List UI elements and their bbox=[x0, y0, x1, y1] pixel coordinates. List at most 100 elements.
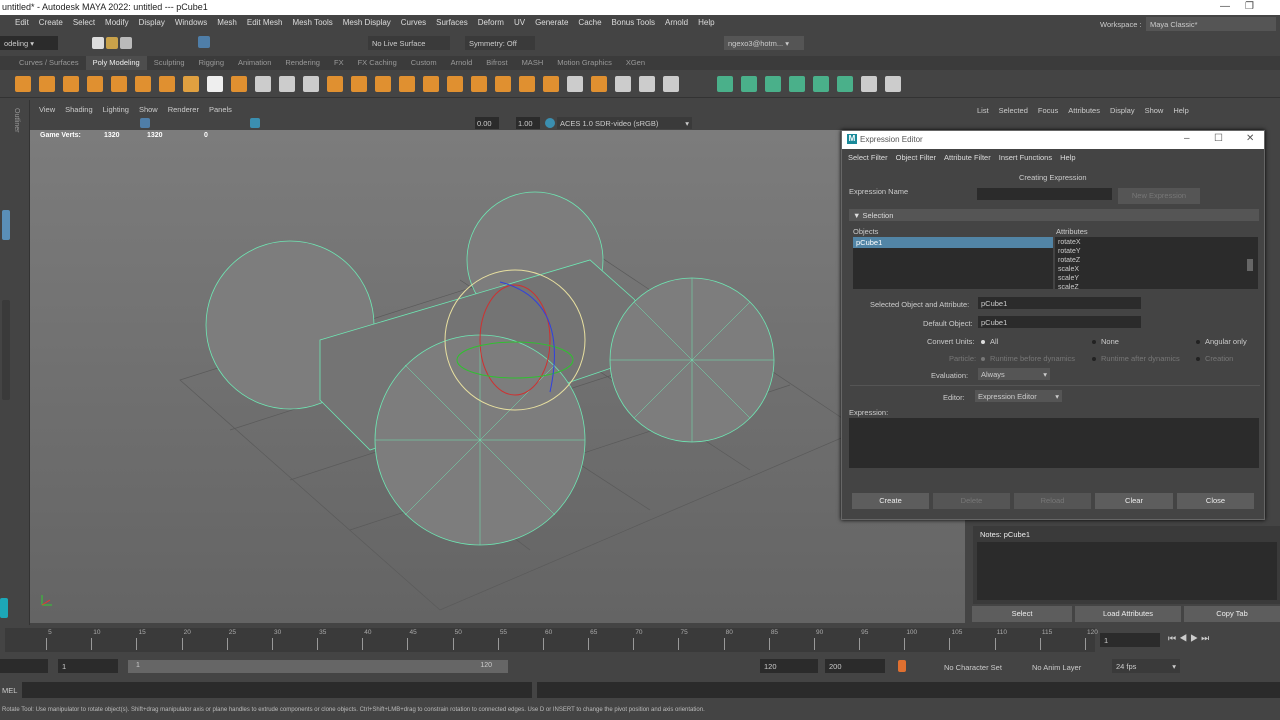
playback-controls[interactable]: ⏮◀▶⏭ bbox=[1168, 633, 1212, 644]
shelf-tab-0[interactable]: Curves / Surfaces bbox=[12, 56, 86, 70]
shelf-tool-icon[interactable] bbox=[351, 76, 367, 92]
shelf-tool-icon[interactable] bbox=[327, 76, 343, 92]
convert-none-radio[interactable]: None bbox=[1092, 337, 1119, 346]
attribute-item[interactable]: scaleX bbox=[1058, 265, 1255, 274]
viewport-menu-item-1[interactable]: Shading bbox=[60, 103, 98, 117]
shelf-tool-icon[interactable] bbox=[303, 76, 319, 92]
viewport-menu-item-0[interactable]: View bbox=[34, 103, 60, 117]
particle-after-radio[interactable]: Runtime after dynamics bbox=[1092, 354, 1180, 363]
evaluation-dropdown[interactable]: Always ▾ bbox=[978, 368, 1050, 380]
exposure-field[interactable]: 0.00 bbox=[475, 117, 499, 129]
notes-area[interactable]: Notes: pCube1 bbox=[973, 526, 1280, 604]
menu-item-13[interactable]: UV bbox=[509, 15, 530, 31]
shelf-tab-9[interactable]: Arnold bbox=[444, 56, 480, 70]
grid-toggle-icon[interactable] bbox=[140, 118, 150, 128]
convert-angular-radio[interactable]: Angular only bbox=[1196, 337, 1247, 346]
live-surface-field[interactable]: No Live Surface bbox=[368, 36, 450, 50]
shelf-tab-12[interactable]: Motion Graphics bbox=[550, 56, 619, 70]
lasso-select-icon[interactable] bbox=[198, 36, 210, 48]
shelf-tool-icon[interactable] bbox=[885, 76, 901, 92]
anim-layer-dropdown[interactable]: No Anim Layer bbox=[1032, 663, 1081, 672]
shelf-tab-2[interactable]: Sculpting bbox=[147, 56, 192, 70]
shelf-tool-icon[interactable] bbox=[813, 76, 829, 92]
clear-button[interactable]: Clear bbox=[1095, 493, 1173, 509]
save-scene-icon[interactable] bbox=[120, 37, 132, 49]
gamma-field[interactable]: 1.00 bbox=[516, 117, 540, 129]
minimize-button[interactable]: — bbox=[1220, 1, 1230, 12]
viewport-menu-item-4[interactable]: Renderer bbox=[163, 103, 204, 117]
dialog-menu-item-4[interactable]: Help bbox=[1056, 153, 1079, 162]
shelf-tool-icon[interactable] bbox=[111, 76, 127, 92]
new-scene-icon[interactable] bbox=[92, 37, 104, 49]
menu-item-5[interactable]: Windows bbox=[170, 15, 212, 31]
shelf-tool-icon[interactable] bbox=[279, 76, 295, 92]
shelf-tool-icon[interactable] bbox=[837, 76, 853, 92]
viewport-menu-item-5[interactable]: Panels bbox=[204, 103, 237, 117]
menu-item-0[interactable]: Edit bbox=[10, 15, 34, 31]
select-tool-icon[interactable] bbox=[2, 210, 10, 240]
shelf-tab-10[interactable]: Bifrost bbox=[479, 56, 514, 70]
workspace-dropdown[interactable]: Maya Classic* bbox=[1146, 17, 1276, 31]
menu-item-17[interactable]: Arnold bbox=[660, 15, 693, 31]
shelf-tool-icon[interactable] bbox=[15, 76, 31, 92]
particle-before-radio[interactable]: Runtime before dynamics bbox=[981, 354, 1075, 363]
fps-dropdown[interactable]: 24 fps ▾ bbox=[1112, 659, 1180, 673]
attribute-item[interactable]: rotateX bbox=[1058, 238, 1255, 247]
symmetry-dropdown[interactable]: Symmetry: Off bbox=[465, 36, 535, 50]
shelf-tool-icon[interactable] bbox=[741, 76, 757, 92]
dialog-menu-item-3[interactable]: Insert Functions bbox=[995, 153, 1056, 162]
shelf-tool-icon[interactable] bbox=[567, 76, 583, 92]
shelf-tab-13[interactable]: XGen bbox=[619, 56, 652, 70]
menu-item-6[interactable]: Mesh bbox=[212, 15, 242, 31]
close-button[interactable]: Close bbox=[1177, 493, 1254, 509]
select-button[interactable]: Select bbox=[972, 606, 1072, 622]
shelf-tool-icon[interactable] bbox=[717, 76, 733, 92]
dialog-menu-item-0[interactable]: Select Filter bbox=[844, 153, 892, 162]
attribute-menu-item-0[interactable]: List bbox=[972, 106, 994, 115]
reload-button[interactable]: Reload bbox=[1014, 493, 1091, 509]
attributes-list[interactable]: rotateX rotateY rotateZ scaleX scaleY scaleZ bbox=[1055, 237, 1258, 289]
command-input[interactable] bbox=[22, 682, 532, 698]
selection-section-header[interactable]: ▼ Selection bbox=[849, 209, 1259, 221]
layout-icons[interactable] bbox=[2, 300, 10, 400]
shelf-tool-icon[interactable] bbox=[861, 76, 877, 92]
auto-key-icon[interactable] bbox=[898, 660, 906, 672]
shelf-tool-icon[interactable] bbox=[63, 76, 79, 92]
menu-item-16[interactable]: Bonus Tools bbox=[607, 15, 660, 31]
dialog-maximize-button[interactable]: ☐ bbox=[1214, 133, 1223, 144]
attribute-menu-item-4[interactable]: Display bbox=[1105, 106, 1140, 115]
menu-item-8[interactable]: Mesh Tools bbox=[287, 15, 337, 31]
open-scene-icon[interactable] bbox=[106, 37, 118, 49]
color-management-icon[interactable] bbox=[545, 118, 555, 128]
user-account-button[interactable]: ngexo3@hotm... ▾ bbox=[724, 36, 804, 50]
expression-name-input[interactable] bbox=[977, 188, 1112, 200]
expression-textarea[interactable] bbox=[849, 418, 1259, 468]
shelf-tool-icon[interactable] bbox=[183, 76, 199, 92]
shelf-tool-icon[interactable] bbox=[231, 76, 247, 92]
dialog-close-button[interactable]: ✕ bbox=[1246, 133, 1254, 144]
shelf-tool-icon[interactable] bbox=[789, 76, 805, 92]
attribute-menu-item-6[interactable]: Help bbox=[1168, 106, 1193, 115]
smooth-shade-icon[interactable] bbox=[250, 118, 260, 128]
menuset-dropdown[interactable]: odeling ▾ bbox=[0, 36, 58, 50]
attribute-item[interactable]: rotateY bbox=[1058, 247, 1255, 256]
perspective-viewport[interactable]: Game Verts: 1320 1320 0 bbox=[30, 130, 965, 623]
menu-item-15[interactable]: Cache bbox=[573, 15, 606, 31]
scene-start-field[interactable] bbox=[0, 659, 48, 673]
animation-end-field[interactable]: 200 bbox=[825, 659, 885, 673]
default-object-field[interactable]: pCube1 bbox=[978, 316, 1141, 328]
particle-creation-radio[interactable]: Creation bbox=[1196, 354, 1233, 363]
playback-end-field[interactable]: 120 bbox=[760, 659, 818, 673]
shelf-tool-icon[interactable] bbox=[663, 76, 679, 92]
shelf-tool-icon[interactable] bbox=[543, 76, 559, 92]
shelf-tool-icon[interactable] bbox=[87, 76, 103, 92]
objects-list-item[interactable]: pCube1 bbox=[853, 237, 1053, 248]
load-attributes-button[interactable]: Load Attributes bbox=[1075, 606, 1181, 622]
shelf-tab-8[interactable]: Custom bbox=[404, 56, 444, 70]
menu-item-3[interactable]: Modify bbox=[100, 15, 134, 31]
shelf-tab-1[interactable]: Poly Modeling bbox=[85, 56, 147, 70]
attribute-menu-item-1[interactable]: Selected bbox=[994, 106, 1033, 115]
current-frame-field[interactable]: 1 bbox=[1100, 633, 1160, 647]
menu-item-18[interactable]: Help bbox=[693, 15, 719, 31]
attribute-item[interactable]: rotateZ bbox=[1058, 256, 1255, 265]
